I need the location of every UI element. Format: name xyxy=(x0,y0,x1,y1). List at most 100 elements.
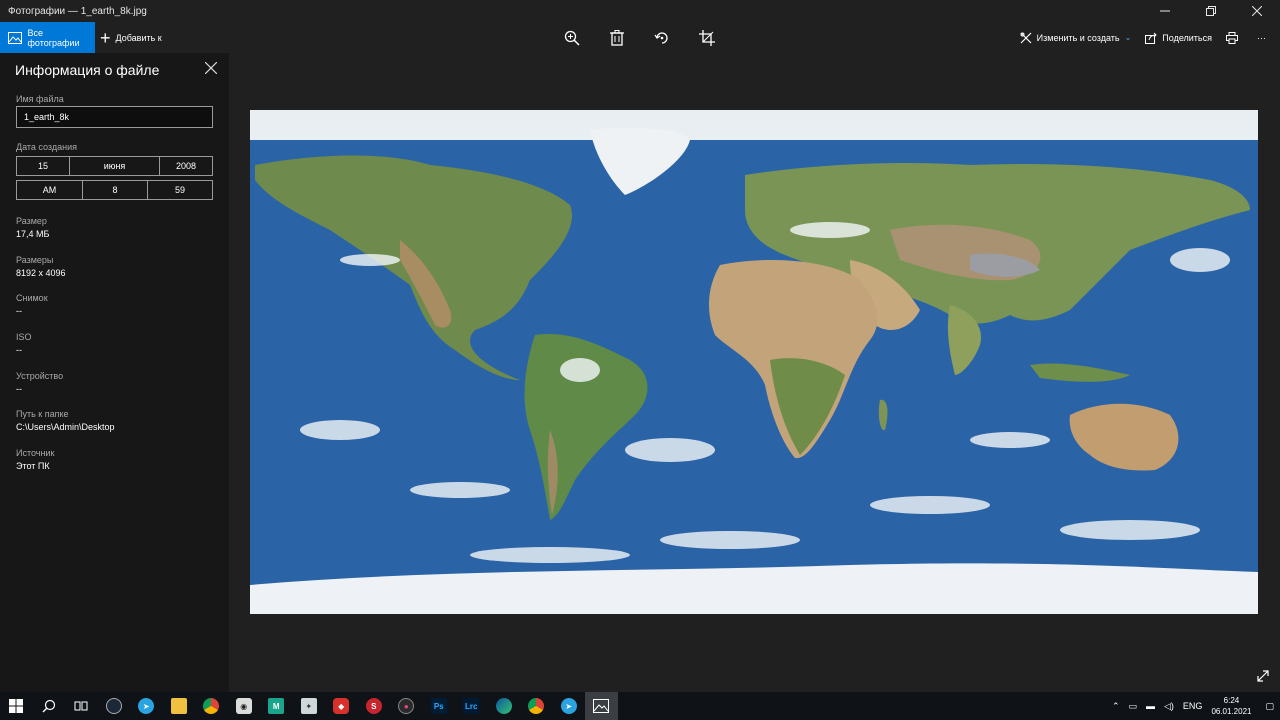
filename-label: Имя файла xyxy=(16,94,64,104)
chrome-icon xyxy=(528,698,545,714)
fullscreen-button[interactable] xyxy=(1256,669,1270,683)
all-photos-button[interactable]: Все фотографии xyxy=(0,22,95,53)
time-minute[interactable]: 59 xyxy=(148,181,212,199)
dimensions-section: Размеры 8192 x 4096 xyxy=(16,255,66,278)
all-photos-label: Все фотографии xyxy=(27,27,80,48)
taskbar-app-telegram[interactable]: ➤ xyxy=(130,692,163,720)
battery-icon[interactable]: ▬ xyxy=(1146,701,1155,711)
taskbar-app-chrome2[interactable] xyxy=(520,692,553,720)
share-button[interactable]: Поделиться xyxy=(1145,32,1212,44)
title-bar: Фотографии — 1_earth_8k.jpg xyxy=(0,0,1280,22)
taskbar-app-photos[interactable] xyxy=(585,692,618,720)
photoshop-icon: Ps xyxy=(430,698,447,714)
tray-chevron-icon[interactable]: ⌃ xyxy=(1112,701,1120,712)
taskbar-app-edge[interactable] xyxy=(488,692,521,720)
zoom-button[interactable] xyxy=(560,26,584,50)
taskbar-app-sims[interactable]: ✦ xyxy=(293,692,326,720)
rotate-icon xyxy=(654,31,668,44)
taskbar-app-obs[interactable]: ◉ xyxy=(228,692,261,720)
close-button[interactable] xyxy=(1234,0,1280,22)
dimensions-value: 8192 x 4096 xyxy=(16,268,66,278)
search-button[interactable] xyxy=(33,692,66,720)
close-icon xyxy=(204,61,218,75)
minimize-icon xyxy=(1160,10,1170,12)
add-to-button[interactable]: + Добавить к xyxy=(100,22,162,53)
print-button[interactable] xyxy=(1226,31,1243,44)
clock[interactable]: 6:24 06.01.2021 xyxy=(1211,695,1251,717)
network-icon[interactable]: ▭ xyxy=(1128,701,1137,712)
expand-icon xyxy=(1257,670,1269,682)
delete-button[interactable] xyxy=(605,26,629,50)
photo-icon xyxy=(8,31,22,44)
more-button[interactable]: ··· xyxy=(1257,33,1266,43)
date-picker[interactable]: 15 июня 2008 xyxy=(16,156,213,176)
time-picker[interactable]: AM 8 59 xyxy=(16,180,213,200)
close-icon xyxy=(1252,6,1262,16)
device-value: -- xyxy=(16,384,22,394)
taskbar-app-lightroom[interactable]: Lrc xyxy=(455,692,488,720)
red-app-icon: ◆ xyxy=(333,698,350,714)
earth-map-image xyxy=(250,110,1258,614)
rotate-button[interactable] xyxy=(650,26,674,50)
taskbar-app-explorer[interactable] xyxy=(163,692,196,720)
task-view-button[interactable] xyxy=(65,692,98,720)
obs-icon: ◉ xyxy=(235,698,252,714)
date-day[interactable]: 15 xyxy=(17,157,70,175)
purple-app-icon: ● xyxy=(398,698,415,714)
minimize-button[interactable] xyxy=(1142,0,1188,22)
taskbar-app-red1[interactable]: ◆ xyxy=(325,692,358,720)
date-year[interactable]: 2008 xyxy=(160,157,212,175)
red-s-icon: S xyxy=(365,698,382,714)
size-label: Размер xyxy=(16,216,47,226)
shot-label: Снимок xyxy=(16,293,48,303)
steam-icon xyxy=(105,698,122,714)
taskbar-app-purple[interactable]: ● xyxy=(390,692,423,720)
clock-date: 06.01.2021 xyxy=(1211,707,1252,716)
start-button[interactable] xyxy=(0,692,33,720)
command-bar: Все фотографии + Добавить к Изменить и с… xyxy=(0,22,1280,53)
source-section: Источник Этот ПК xyxy=(16,448,54,471)
edit-create-button[interactable]: Изменить и создать ⌄ xyxy=(1020,32,1131,44)
notifications-icon[interactable]: ▢ xyxy=(1265,701,1274,712)
chrome-icon xyxy=(203,698,220,714)
taskbar-app-telegram2[interactable]: ➤ xyxy=(553,692,586,720)
folder-path-link[interactable]: C:\Users\Admin\Desktop xyxy=(16,422,115,432)
crop-icon xyxy=(699,29,715,46)
time-ampm[interactable]: AM xyxy=(17,181,83,199)
panel-close-button[interactable] xyxy=(204,61,219,76)
time-hour[interactable]: 8 xyxy=(83,181,148,199)
device-section: Устройство -- xyxy=(16,371,63,394)
edit-icon xyxy=(1020,32,1032,43)
date-month[interactable]: июня xyxy=(70,157,160,175)
edge-icon xyxy=(495,698,512,714)
maximize-button[interactable] xyxy=(1188,0,1234,22)
taskbar-app-red2[interactable]: S xyxy=(358,692,391,720)
more-icon: ··· xyxy=(1257,32,1266,43)
taskbar-app-photoshop[interactable]: Ps xyxy=(423,692,456,720)
window-controls xyxy=(1142,0,1280,22)
date-label: Дата создания xyxy=(16,142,77,152)
lightroom-icon: Lrc xyxy=(463,698,480,714)
share-label: Поделиться xyxy=(1162,32,1212,43)
device-label: Устройство xyxy=(16,371,64,381)
iso-label: ISO xyxy=(16,332,32,342)
taskbar-app-steam[interactable] xyxy=(98,692,131,720)
folder-icon xyxy=(170,698,187,714)
panel-title: Информация о файле xyxy=(15,62,160,78)
language-indicator[interactable]: ENG xyxy=(1183,701,1203,711)
image-viewer[interactable] xyxy=(229,53,1280,692)
taskbar-app-chrome[interactable] xyxy=(195,692,228,720)
file-info-panel: Информация о файле Имя файла 1_earth_8k … xyxy=(0,53,229,692)
volume-icon[interactable]: ◁) xyxy=(1164,701,1174,712)
windows-logo-icon xyxy=(9,699,24,713)
folder-section: Путь к папке C:\Users\Admin\Desktop xyxy=(16,409,115,432)
search-icon xyxy=(42,699,55,713)
world-map-graphic xyxy=(250,110,1258,614)
telegram-icon: ➤ xyxy=(138,698,155,714)
clock-time: 6:24 xyxy=(1223,696,1240,705)
folder-label: Путь к папке xyxy=(16,409,69,419)
filename-section: Имя файла xyxy=(16,94,64,104)
crop-button[interactable] xyxy=(695,26,719,50)
taskbar-app-m[interactable]: M xyxy=(260,692,293,720)
filename-input[interactable]: 1_earth_8k xyxy=(16,106,213,128)
